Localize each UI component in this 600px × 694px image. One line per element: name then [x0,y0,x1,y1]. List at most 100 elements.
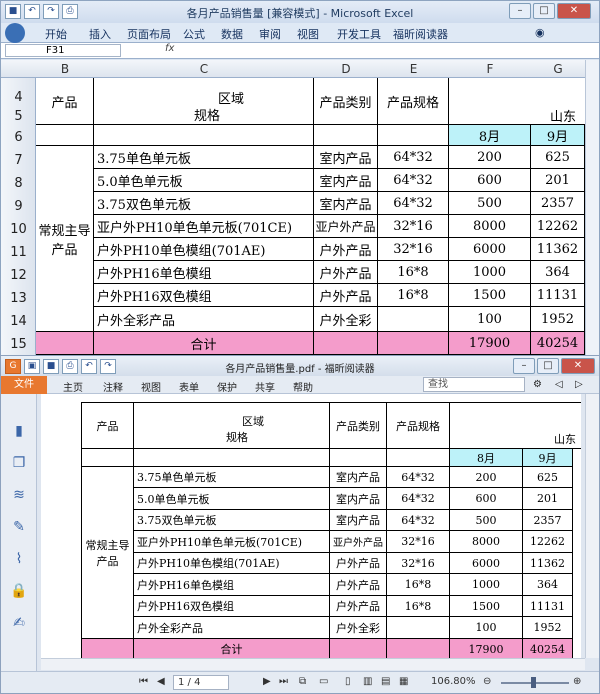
cell-sep[interactable]: 11131 [531,284,585,307]
cell-spec[interactable]: 64*32 [378,169,449,192]
name-box[interactable]: F31 [5,44,121,57]
tab-developer[interactable]: 开发工具 [337,26,381,42]
cell-spec[interactable]: 16*8 [378,284,449,307]
page-number-input[interactable]: 1 / 4 [173,675,229,690]
continuous-page-icon[interactable]: ▥ [363,676,372,687]
cell-sep[interactable]: 11362 [531,238,585,261]
tab-foxit-reader[interactable]: 福昕阅读器 [393,26,448,42]
cell-total-label[interactable]: 合计 [94,332,314,355]
row-header[interactable]: 15 [1,337,36,352]
cell-spec[interactable]: 64*32 [378,192,449,215]
menu-home[interactable]: 主页 [63,379,83,394]
zoom-slider-thumb[interactable] [531,677,536,688]
cell-sep[interactable]: 2357 [531,192,585,215]
cell-aug[interactable]: 8000 [449,215,531,238]
cell-aug[interactable]: 1000 [449,261,531,284]
continuous-facing-icon[interactable]: ▦ [399,676,408,687]
menu-view[interactable]: 视图 [141,379,161,394]
cell-blank-top[interactable] [449,78,599,106]
cell-category[interactable]: 室内产品 [314,146,378,169]
cell-spec[interactable]: 64*32 [378,146,449,169]
row-header[interactable]: 12 [1,268,36,283]
cell-aug[interactable]: 200 [449,146,531,169]
reader-vertical-scrollbar[interactable] [585,394,599,658]
cell-product-name[interactable]: 亚户外PH10单色单元板(701CE) [94,215,314,238]
column-header-f[interactable]: F [449,62,531,76]
comments-icon[interactable]: ✎ [10,518,28,536]
back-icon[interactable]: ◁ [555,379,563,390]
fit-page-icon[interactable]: ▭ [319,676,328,687]
tab-view[interactable]: 视图 [297,26,319,42]
row-header[interactable]: 6 [1,130,36,145]
cell-spec[interactable]: 16*8 [378,261,449,284]
cell-sep[interactable]: 1952 [531,307,585,332]
cell-total-blank[interactable] [36,332,94,355]
cell-product-header[interactable]: 产品 [36,78,94,125]
bookmark-icon[interactable]: ▮ [10,422,28,440]
zoom-in-icon[interactable]: ⊕ [573,676,581,687]
facing-page-icon[interactable]: ▤ [381,676,390,687]
cell-month-8[interactable]: 8月 [449,125,531,146]
maximize-button[interactable]: □ [537,358,559,374]
tab-review[interactable]: 审阅 [259,26,281,42]
row-header[interactable]: 8 [1,176,36,191]
cell-category[interactable]: 户外产品 [314,284,378,307]
row-header[interactable]: 10 [1,222,36,237]
tab-page-layout[interactable]: 页面布局 [127,26,171,42]
vertical-scrollbar[interactable] [585,60,599,355]
cell-sep[interactable]: 625 [531,146,585,169]
cell-product-name[interactable]: 5.0单色单元板 [94,169,314,192]
cell-aug[interactable]: 6000 [449,238,531,261]
menu-file[interactable]: 文件 [1,376,47,394]
menu-comment[interactable]: 注释 [103,379,123,394]
first-page-icon[interactable]: ⏮ [139,676,148,687]
help-icon[interactable]: ◉ [535,26,545,39]
row-header[interactable]: 11 [1,245,36,260]
cell-aug[interactable]: 600 [449,169,531,192]
cell-total-blank[interactable] [314,332,378,355]
cell-spec[interactable]: 32*16 [378,238,449,261]
reader-horizontal-scrollbar[interactable] [41,658,585,670]
settings-icon[interactable]: ⚙ [533,379,542,390]
cell-product-name[interactable]: 户外全彩产品 [94,307,314,332]
tab-data[interactable]: 数据 [221,26,243,42]
cell-blank[interactable] [36,125,94,146]
cell-total-aug[interactable]: 17900 [449,332,531,355]
cell-category[interactable]: 户外全彩 [314,307,378,332]
security-lock-icon[interactable]: 🔒 [10,582,28,600]
minimize-button[interactable]: – [513,358,535,374]
close-button[interactable]: ✕ [557,3,591,19]
cell-month-9[interactable]: 9月 [531,125,585,146]
single-page-icon[interactable]: ▯ [345,676,351,687]
cell-category[interactable]: 亚户外产品 [314,215,378,238]
cell-blank[interactable] [378,125,449,146]
cell-province[interactable]: 山东 [449,106,599,125]
cell-aug[interactable]: 500 [449,192,531,215]
attachment-icon[interactable]: ⌇ [10,550,28,568]
cell-sep[interactable]: 12262 [531,215,585,238]
row-header[interactable]: 13 [1,291,36,306]
tab-formulas[interactable]: 公式 [183,26,205,42]
cell-product-name[interactable]: 3.75双色单元板 [94,192,314,215]
cell-group-label[interactable]: 常规主导产品 [36,146,94,332]
pages-icon[interactable]: ❐ [10,454,28,472]
zoom-level[interactable]: 106.80% [431,676,476,687]
cell-aug[interactable]: 1500 [449,284,531,307]
next-page-icon[interactable]: ▶ [263,676,271,687]
column-header-c[interactable]: C [94,62,314,76]
worksheet-grid[interactable]: 产品 区域 规格 产品类别 产品规格 山东 8月 9月 常规主导产品 3.75单… [36,78,599,355]
maximize-button[interactable]: □ [533,3,555,19]
row-header[interactable]: 4 [1,90,36,105]
forward-icon[interactable]: ▷ [575,379,583,390]
column-header-d[interactable]: D [314,62,378,76]
cell-sep[interactable]: 201 [531,169,585,192]
column-header-g[interactable]: G [531,62,585,76]
cell-total-blank[interactable] [378,332,449,355]
copy-page-icon[interactable]: ⧉ [299,676,306,687]
cell-category[interactable]: 室内产品 [314,169,378,192]
cell-category[interactable]: 户外产品 [314,238,378,261]
minimize-button[interactable]: – [509,3,531,19]
office-button[interactable] [5,23,25,43]
cell-spec[interactable]: 32*16 [378,215,449,238]
last-page-icon[interactable]: ⏭ [279,676,288,687]
